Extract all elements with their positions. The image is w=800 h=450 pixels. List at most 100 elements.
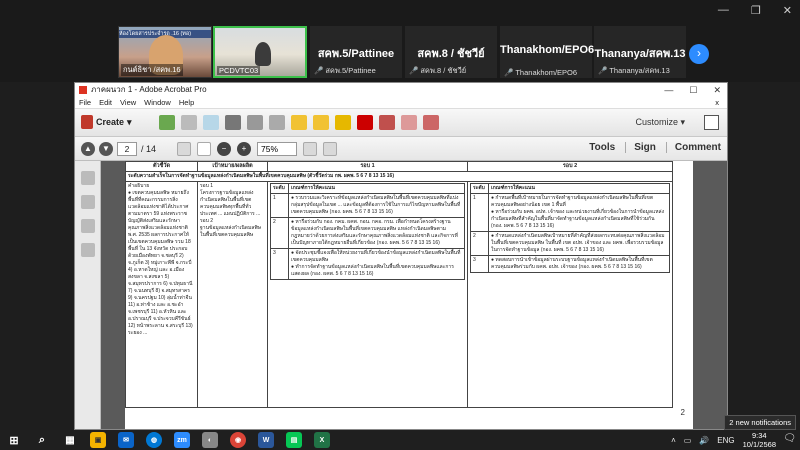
pdf-page[interactable]: ตัวชี้วัด เป้าหมาย/ผลผลิต รอบ 1 รอบ 2 ระ… <box>125 161 693 429</box>
zoom-in-icon[interactable]: + <box>237 142 251 156</box>
save-icon[interactable] <box>181 115 197 130</box>
customize-dropdown[interactable]: Customize ▾ <box>635 117 685 128</box>
print-icon[interactable] <box>225 115 241 130</box>
acrobat-window: ภาคผนวก 1 - Adobe Acrobat Pro — ☐ ✕ File… <box>74 82 728 430</box>
notification-center-icon[interactable]: 🗨 <box>783 433 796 444</box>
system-tray: ˄ ▭ 🔊 ENG 9:34 10/1/2568 <box>671 431 776 449</box>
photos-icon[interactable]: ◐ <box>202 432 218 448</box>
language-indicator[interactable]: ENG <box>717 436 734 445</box>
participant-tile-4[interactable]: Thananya/สคพ.13 🎤 Thananya/สคพ.13 <box>594 26 686 78</box>
hand-tool-icon[interactable] <box>197 142 211 156</box>
acrobat-logo-icon <box>79 86 87 94</box>
search-icon[interactable]: ⌕ <box>34 432 50 448</box>
windows-taskbar: ⊞ ⌕ ▦ ▣ ✉ ◍ zm ◐ ◉ W ▤ X ˄ ▭ 🔊 ENG 9:34 … <box>0 430 800 450</box>
highlight-icon[interactable] <box>313 115 329 130</box>
comment-link[interactable]: Comment <box>665 142 721 153</box>
mail-icon[interactable]: ✉ <box>118 432 134 448</box>
zoom-app-icon[interactable]: zm <box>174 432 190 448</box>
attachments-icon[interactable] <box>80 219 95 233</box>
excel-icon[interactable]: X <box>314 432 330 448</box>
chrome-icon[interactable]: ◉ <box>230 432 246 448</box>
menu-help[interactable]: Help <box>179 97 194 108</box>
main-toolbar: Create ▾ Customize ▾ <box>75 109 727 137</box>
header-round2: รอบ 2 <box>467 161 673 172</box>
export-icon[interactable] <box>379 115 395 130</box>
delete-page-icon[interactable] <box>357 115 373 130</box>
page-number-input[interactable]: 2 <box>117 142 137 156</box>
participant-caption: Thanakhom/EPO6 <box>515 68 578 77</box>
header-round1: รอบ 1 <box>267 161 468 172</box>
next-page-icon[interactable]: › <box>689 44 709 64</box>
task-view-icon[interactable]: ▦ <box>62 432 78 448</box>
indicator-title: ระดับความสำเร็จในการจัดทำฐานข้อมูลแหล่งก… <box>125 171 673 182</box>
fullscreen-icon[interactable] <box>704 115 719 130</box>
close-document-icon[interactable]: x <box>715 97 719 109</box>
previous-page-icon[interactable]: ▲ <box>81 142 95 156</box>
signatures-icon[interactable] <box>80 243 95 257</box>
start-icon[interactable]: ⊞ <box>6 432 22 448</box>
line-icon[interactable]: ▤ <box>286 432 302 448</box>
edge-icon[interactable]: ◍ <box>146 432 162 448</box>
table-row: 3 ● จัดประชุมชี้แจงเพื่อให้หน่วยงานที่เกี… <box>270 248 465 280</box>
menu-window[interactable]: Window <box>144 97 171 108</box>
participant-tile-2[interactable]: สคพ.8 / ชัชวีย์ 🎤 สคพ.8 / ชัชวีย์ <box>405 26 497 78</box>
window-title: ภาคผนวก 1 - Adobe Acrobat Pro <box>91 85 207 94</box>
muted-mic-icon: 🎤 <box>409 66 419 75</box>
document-table: ตัวชี้วัด เป้าหมาย/ผลผลิต รอบ 1 รอบ 2 ระ… <box>125 161 673 408</box>
open-icon[interactable] <box>159 115 175 130</box>
zoom-input[interactable]: 75% <box>257 142 297 156</box>
cloud-icon[interactable] <box>203 115 219 130</box>
menu-bar: File Edit View Window Help x <box>75 97 727 109</box>
muted-mic-icon: 🎤 <box>504 68 514 77</box>
clock-time: 9:34 <box>752 431 767 440</box>
stamp-icon[interactable] <box>335 115 351 130</box>
zoom-out-icon[interactable]: − <box>217 142 231 156</box>
fit-page-icon[interactable] <box>303 142 317 156</box>
fit-width-icon[interactable] <box>323 142 337 156</box>
menu-view[interactable]: View <box>120 97 136 108</box>
forms-icon[interactable] <box>423 115 439 130</box>
page-thumbnails-icon[interactable] <box>80 171 95 185</box>
maximize-icon[interactable]: ☐ <box>689 83 697 97</box>
protect-icon[interactable] <box>401 115 417 130</box>
notification-toast[interactable]: 2 new notifications <box>724 415 796 430</box>
screen: — ❐ ✕ ห้องโดยสารประจำรถ .16 (ทอ) กนต์ธิช… <box>0 0 800 450</box>
video-tile-2-active-speaker[interactable]: PCDVTC03 <box>213 26 307 78</box>
muted-mic-icon: 🎤 <box>598 66 608 75</box>
menu-file[interactable]: File <box>79 97 91 108</box>
participant-caption: สคพ.8 / ชัชวีย์ <box>420 66 467 75</box>
select-tool-icon[interactable] <box>177 142 191 156</box>
network-icon[interactable]: ▭ <box>684 436 692 445</box>
tools-link[interactable]: Tools <box>589 142 615 153</box>
participant-tile-3[interactable]: Thanakhom/EPO6 🎤 Thanakhom/EPO6 <box>500 26 594 78</box>
close-icon[interactable]: ✕ <box>783 4 792 17</box>
tray-overflow-icon[interactable]: ˄ <box>671 436 676 445</box>
volume-icon[interactable]: 🔊 <box>699 436 709 445</box>
menu-edit[interactable]: Edit <box>99 97 112 108</box>
email-icon[interactable] <box>269 115 285 130</box>
file-explorer-icon[interactable]: ▣ <box>90 432 106 448</box>
acrobat-titlebar: ภาคผนวก 1 - Adobe Acrobat Pro — ☐ ✕ <box>75 83 727 97</box>
zoom-window-buttons: — ❐ ✕ <box>718 4 792 17</box>
minimize-icon[interactable]: — <box>664 83 673 97</box>
clock[interactable]: 9:34 10/1/2568 <box>743 431 776 449</box>
bookmarks-icon[interactable] <box>80 195 95 209</box>
participant-tile-1[interactable]: สคพ.5/Pattinee 🎤 สคพ.5/Pattinee <box>310 26 402 78</box>
word-icon[interactable]: W <box>258 432 274 448</box>
chevron-down-icon: ▾ <box>127 116 132 127</box>
table-row: 2 ● หารือร่วมกับ กอง. กคม. ผคพ. กอน. กคอ.… <box>270 217 465 249</box>
sign-link[interactable]: Sign <box>625 142 656 153</box>
create-pdf-icon <box>81 115 93 129</box>
video-tile-1[interactable]: ห้องโดยสารประจำรถ .16 (ทอ) กนต์ธิชา /สคพ… <box>118 26 212 78</box>
create-label: Create <box>96 117 125 127</box>
comment-icon[interactable] <box>291 115 307 130</box>
minimize-icon[interactable]: — <box>718 4 729 17</box>
edit-icon[interactable] <box>247 115 263 130</box>
clock-date: 10/1/2568 <box>742 440 776 449</box>
restore-icon[interactable]: ❐ <box>751 4 761 17</box>
close-icon[interactable]: ✕ <box>713 83 721 97</box>
create-button[interactable]: Create ▾ <box>81 115 132 129</box>
muted-mic-icon: 🎤 <box>314 66 324 75</box>
next-page-icon[interactable]: ▼ <box>99 142 113 156</box>
zoom-participant-strip: — ❐ ✕ ห้องโดยสารประจำรถ .16 (ทอ) กนต์ธิช… <box>0 0 800 82</box>
